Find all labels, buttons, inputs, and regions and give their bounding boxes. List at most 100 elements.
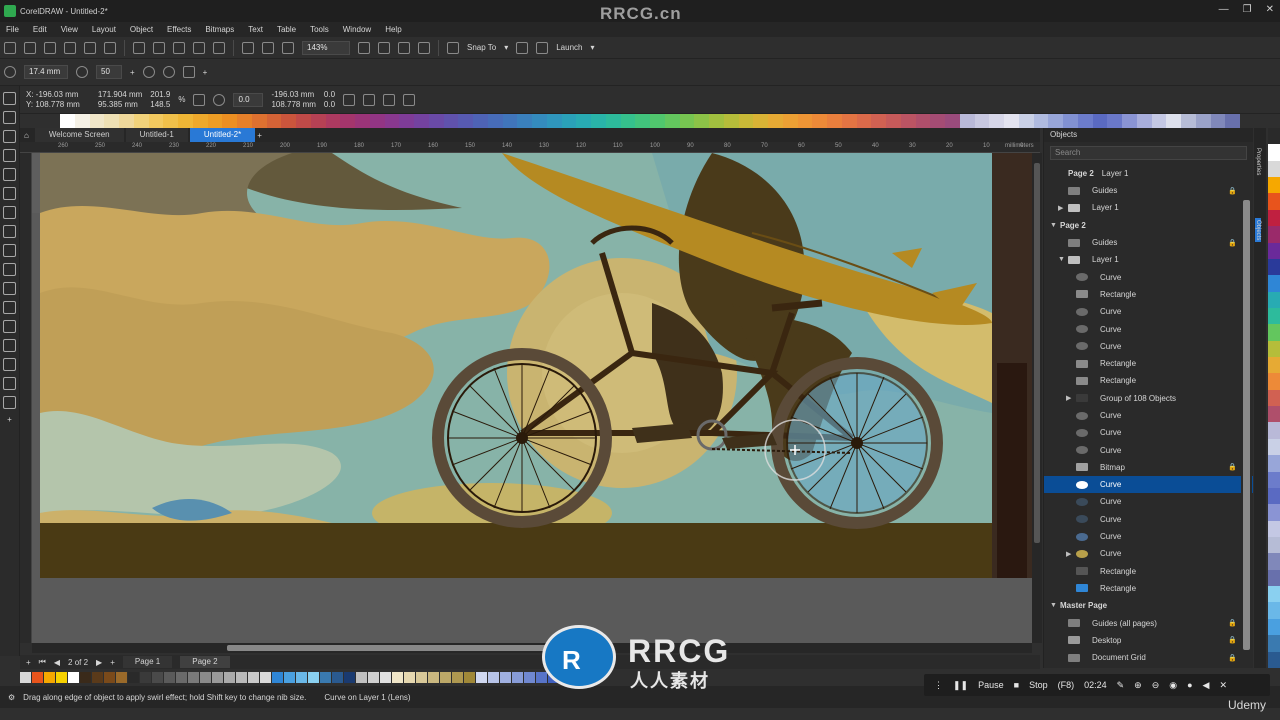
palette-swatch[interactable]: [989, 114, 1004, 128]
palette-swatch[interactable]: [148, 114, 164, 128]
palette-swatch[interactable]: [915, 114, 931, 128]
skew-y-field[interactable]: 0.0: [324, 100, 335, 109]
center-x-field[interactable]: -196.03 mm: [271, 90, 315, 99]
palette-swatch[interactable]: [753, 114, 768, 128]
palette-swatch[interactable]: [56, 671, 67, 683]
expand-arrow-icon[interactable]: ▶: [1066, 394, 1076, 402]
palette-swatch[interactable]: [900, 114, 916, 128]
object-tree-row[interactable]: Curve: [1044, 407, 1253, 424]
palette-swatch[interactable]: [192, 114, 208, 128]
lock-icon[interactable]: 🔒: [1228, 636, 1237, 644]
expand-arrow-icon[interactable]: ▼: [1058, 256, 1068, 263]
palette-swatch[interactable]: [443, 114, 459, 128]
palette-swatch[interactable]: [650, 114, 665, 128]
object-tree-row[interactable]: Curve: [1044, 303, 1253, 320]
palette-swatch[interactable]: [320, 671, 331, 683]
parallel-dimension-tool-icon[interactable]: [3, 282, 16, 295]
transparency-tool-icon[interactable]: [3, 339, 16, 352]
palette-swatch[interactable]: [310, 114, 326, 128]
relative-center-icon[interactable]: [343, 93, 356, 106]
palette-swatch[interactable]: [32, 671, 43, 683]
palette-swatch[interactable]: [827, 114, 842, 128]
palette-swatch[interactable]: [930, 114, 945, 128]
object-tree-row[interactable]: ▶ Group of 108 Objects: [1044, 390, 1253, 407]
scrollbar-thumb[interactable]: [1243, 200, 1250, 650]
scale-x-field[interactable]: 201.9: [150, 90, 170, 99]
palette-swatch[interactable]: [1268, 651, 1280, 668]
palette-swatch[interactable]: [974, 114, 990, 128]
palette-swatch[interactable]: [176, 671, 187, 683]
object-tree-row[interactable]: Curve: [1044, 424, 1253, 441]
show-guides-icon[interactable]: [418, 41, 430, 54]
new-tab-icon[interactable]: +: [257, 131, 262, 140]
print-icon[interactable]: [104, 41, 116, 54]
object-tree-row[interactable]: Bitmap 🔒: [1044, 459, 1253, 476]
menu-tools[interactable]: Tools: [310, 25, 329, 34]
options-gear-icon[interactable]: [516, 41, 529, 54]
zoom-level-field[interactable]: 143%: [302, 40, 350, 55]
stop-icon[interactable]: ■: [1014, 680, 1019, 690]
palette-swatch[interactable]: [1063, 114, 1078, 128]
palette-swatch[interactable]: [1107, 114, 1122, 128]
paste-icon[interactable]: [173, 41, 185, 54]
maximize-icon[interactable]: ❐: [1243, 4, 1252, 15]
palette-swatch[interactable]: [591, 114, 606, 128]
object-tree-row[interactable]: Curve: [1044, 476, 1253, 494]
rotation-field[interactable]: 0.0: [233, 92, 264, 107]
eye-icon[interactable]: ◉: [1169, 680, 1177, 691]
palette-swatch[interactable]: [1268, 177, 1280, 194]
palette-swatch[interactable]: [1268, 618, 1280, 636]
tab-properties[interactable]: Properties: [1255, 148, 1261, 175]
palette-swatch[interactable]: [224, 671, 235, 683]
drop-shadow-tool-icon[interactable]: [3, 320, 16, 333]
palette-swatch[interactable]: [1268, 569, 1280, 587]
object-tree-row[interactable]: Rectangle: [1044, 355, 1253, 372]
palette-swatch[interactable]: [212, 671, 223, 683]
palette-swatch[interactable]: [694, 114, 709, 128]
save-icon[interactable]: [44, 41, 56, 54]
palette-swatch[interactable]: [1268, 487, 1280, 505]
object-tree-row[interactable]: ▼ Page 2: [1044, 217, 1253, 234]
pause-button[interactable]: Pause: [978, 680, 1004, 690]
palette-swatch[interactable]: [532, 114, 547, 128]
palette-swatch[interactable]: [1268, 160, 1280, 178]
pen-pressure-icon[interactable]: [182, 66, 195, 78]
tab-objects[interactable]: Objects: [1255, 218, 1261, 243]
palette-swatch[interactable]: [620, 114, 636, 128]
previous-page-icon[interactable]: ◀: [54, 658, 60, 667]
horizontal-scrollbar[interactable]: [32, 643, 1032, 653]
palette-swatch[interactable]: [260, 671, 271, 683]
artistic-media-tool-icon[interactable]: [3, 187, 16, 200]
palette-swatch[interactable]: [1018, 114, 1034, 128]
ellipse-tool-icon[interactable]: [3, 225, 16, 238]
object-tree-row[interactable]: Guides 🔒: [1044, 182, 1253, 199]
skew-x-field[interactable]: 0.0: [324, 90, 335, 99]
text-tool-icon[interactable]: [3, 263, 16, 276]
palette-swatch[interactable]: [1268, 635, 1280, 652]
interactive-fill-tool-icon[interactable]: [3, 377, 16, 390]
speed-field[interactable]: 50: [96, 65, 122, 79]
speaker-icon[interactable]: ◀: [1203, 680, 1210, 691]
object-tree-row[interactable]: ▶ Layer 1: [1044, 199, 1253, 216]
palette-swatch[interactable]: [1268, 504, 1280, 521]
palette-swatch[interactable]: [487, 114, 503, 128]
palette-swatch[interactable]: [222, 114, 237, 128]
palette-swatch[interactable]: [308, 671, 319, 683]
object-tree-row[interactable]: Document Grid 🔒: [1044, 649, 1253, 666]
menu-window[interactable]: Window: [343, 25, 371, 34]
crop-tool-icon[interactable]: [3, 130, 16, 143]
palette-swatch[interactable]: [561, 114, 577, 128]
lock-icon[interactable]: 🔒: [1228, 187, 1237, 195]
palette-swatch[interactable]: [1225, 114, 1240, 128]
palette-swatch[interactable]: [1136, 114, 1152, 128]
palette-swatch[interactable]: [452, 671, 463, 683]
palette-swatch[interactable]: [512, 671, 523, 683]
palette-swatch[interactable]: [841, 114, 857, 128]
lock-icon[interactable]: 🔒: [1228, 463, 1237, 471]
microphone-icon[interactable]: ●: [1187, 680, 1192, 690]
lock-icon[interactable]: 🔒: [1228, 654, 1237, 662]
palette-swatch[interactable]: [1268, 471, 1280, 488]
palette-swatch[interactable]: [369, 114, 385, 128]
center-y-field[interactable]: 108.778 mm: [271, 100, 315, 109]
palette-swatch[interactable]: [517, 114, 532, 128]
